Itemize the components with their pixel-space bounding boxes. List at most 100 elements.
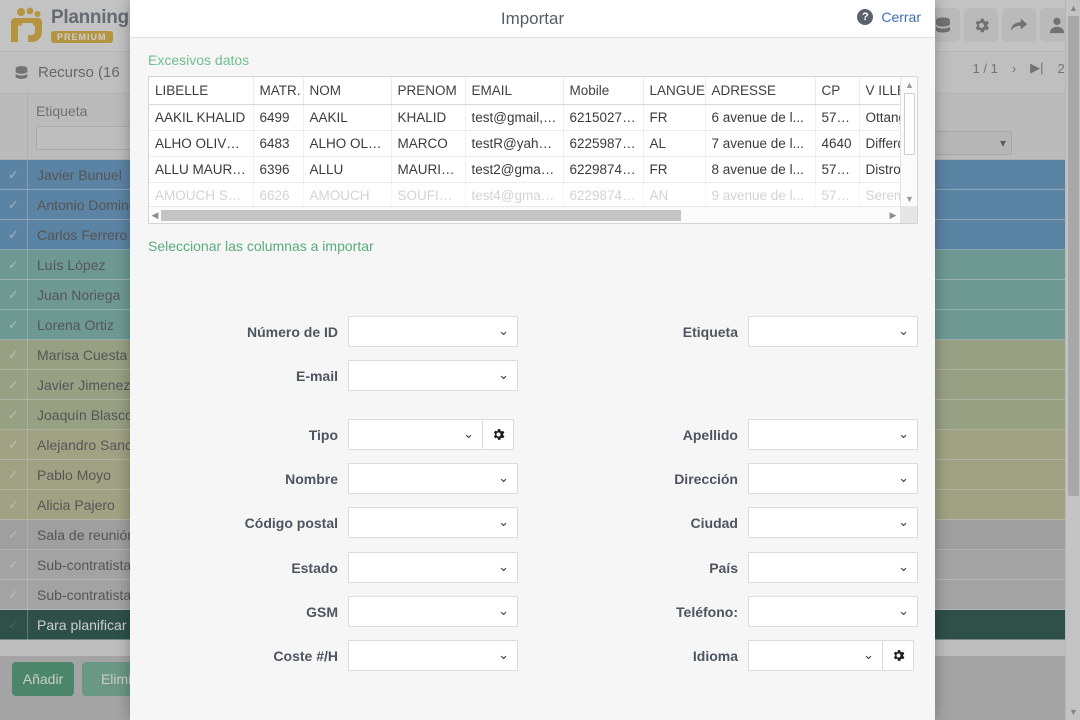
table-row[interactable]: ALLU MAURI...6396ALLUMAURICEtest2@gmail,… xyxy=(149,157,900,183)
preview-data-grid: LIBELLEMATR.NOMPRENOMEMAILMobileLANGUEAD… xyxy=(148,76,918,224)
grid-viewport: LIBELLEMATR.NOMPRENOMEMAILMobileLANGUEAD… xyxy=(149,77,900,223)
form-row-idioma: Idioma ⌄ xyxy=(548,640,914,671)
form-row-codigo-postal: Código postal⌄ xyxy=(148,507,518,538)
form-row-gsm: GSM⌄ xyxy=(148,596,518,627)
chevron-down-icon: ⌄ xyxy=(898,324,909,337)
table-cell: ALHO OLIVEI... xyxy=(303,131,391,157)
table-row[interactable]: AMOUCH SO...6626AMOUCHSOUFIANEtest4@gmai… xyxy=(149,183,900,209)
field-select-idioma[interactable]: ⌄ xyxy=(748,640,883,671)
table-cell: 4640 xyxy=(815,131,859,157)
table-column-header[interactable]: NOM xyxy=(303,77,391,105)
field-select-telefono[interactable]: ⌄ xyxy=(748,596,918,627)
form-row-apellido: Apellido ⌄ xyxy=(548,419,918,450)
field-select-ciudad[interactable]: ⌄ xyxy=(748,507,918,538)
field-select-apellido[interactable]: ⌄ xyxy=(748,419,918,450)
table-cell: AMOUCH xyxy=(303,183,391,209)
field-select-coste-h[interactable]: ⌄ xyxy=(348,640,518,671)
table-cell: Differd xyxy=(859,131,900,157)
table-cell: AAKIL xyxy=(303,105,391,131)
table-cell: 6483 xyxy=(253,131,303,157)
chevron-down-icon: ⌄ xyxy=(863,648,874,661)
chevron-down-icon: ⌄ xyxy=(898,427,909,440)
table-column-header[interactable]: Mobile xyxy=(563,77,643,105)
table-column-header[interactable]: ADRESSE xyxy=(705,77,815,105)
form-row-pais: País ⌄ xyxy=(548,552,918,583)
table-cell: MAURICE xyxy=(391,157,465,183)
chevron-down-icon: ⌄ xyxy=(498,604,509,617)
form-row-numero-de-id: Número de ID ⌄ xyxy=(148,316,518,347)
form-row-estado: Estado ⌄ xyxy=(148,552,518,583)
grid-scroll-right-icon[interactable]: ▶ xyxy=(887,207,899,224)
table-cell: Ottang xyxy=(859,105,900,131)
field-label-pais: País xyxy=(548,560,738,576)
field-label-apellido: Apellido xyxy=(548,427,738,443)
form-row-coste-h: Coste #/H⌄ xyxy=(148,640,518,671)
chevron-down-icon: ⌄ xyxy=(498,368,509,381)
table-cell: test4@gmail,... xyxy=(465,183,563,209)
grid-scroll-up-icon[interactable]: ▲ xyxy=(901,77,918,92)
table-cell: AN xyxy=(643,183,705,209)
chevron-down-icon: ⌄ xyxy=(498,515,509,528)
gear-icon-idioma[interactable] xyxy=(883,640,914,671)
table-cell: 57925 xyxy=(815,157,859,183)
form-row-tipo: Tipo ⌄ xyxy=(148,419,514,450)
field-label-idioma: Idioma xyxy=(548,648,738,664)
field-label-tipo: Tipo xyxy=(148,427,338,443)
import-modal: Importar ? Cerrar Excesivos datos LIBELL… xyxy=(130,0,935,720)
gear-icon-tipo[interactable] xyxy=(483,419,514,450)
table-column-header[interactable]: LIBELLE xyxy=(149,77,253,105)
table-row[interactable]: AAKIL KHALID6499AAKILKHALIDtest@gmail,c.… xyxy=(149,105,900,131)
chevron-down-icon: ⌄ xyxy=(498,324,509,337)
close-button[interactable]: ? Cerrar xyxy=(857,9,921,25)
table-cell: FR xyxy=(643,157,705,183)
table-cell: 622987424 xyxy=(563,157,643,183)
field-label-estado: Estado xyxy=(148,560,338,576)
modal-body: Excesivos datos LIBELLEMATR.NOMPRENOMEMA… xyxy=(130,38,935,720)
table-row[interactable]: ALHO OLIVEI...6483ALHO OLIVEI...MARCOtes… xyxy=(149,131,900,157)
table-cell: 6626 xyxy=(253,183,303,209)
field-select-etiqueta[interactable]: ⌄ xyxy=(748,316,918,347)
table-cell: 6396 xyxy=(253,157,303,183)
field-select-gsm[interactable]: ⌄ xyxy=(348,596,518,627)
grid-hscroll-thumb[interactable] xyxy=(161,210,681,221)
table-cell: 6 avenue de l... xyxy=(705,105,815,131)
table-cell: KHALID xyxy=(391,105,465,131)
grid-scroll-down-icon[interactable]: ▼ xyxy=(901,191,918,206)
table-column-header[interactable]: LANGUE xyxy=(643,77,705,105)
table-column-header[interactable]: EMAIL xyxy=(465,77,563,105)
table-cell: 7 avenue de l... xyxy=(705,131,815,157)
help-circle-icon[interactable]: ? xyxy=(857,9,873,25)
field-select-pais[interactable]: ⌄ xyxy=(748,552,918,583)
grid-scroll-corner xyxy=(900,206,917,223)
grid-vscroll-thumb[interactable] xyxy=(904,93,915,155)
field-select-nombre[interactable]: ⌄ xyxy=(348,463,518,494)
field-select-estado[interactable]: ⌄ xyxy=(348,552,518,583)
field-select-e-mail[interactable]: ⌄ xyxy=(348,360,518,391)
form-row-ciudad: Ciudad⌄ xyxy=(548,507,918,538)
import-preview-table: LIBELLEMATR.NOMPRENOMEMAILMobileLANGUEAD… xyxy=(149,77,900,209)
grid-horizontal-scrollbar[interactable]: ◀ ▶ xyxy=(149,206,917,223)
table-column-header[interactable]: MATR. xyxy=(253,77,303,105)
grid-scroll-left-icon[interactable]: ◀ xyxy=(149,207,161,224)
table-column-header[interactable]: V ILLE xyxy=(859,77,900,105)
grid-vertical-scrollbar[interactable]: ▲ ▼ xyxy=(900,77,917,206)
field-select-direccion[interactable]: ⌄ xyxy=(748,463,918,494)
table-cell: 6499 xyxy=(253,105,303,131)
table-column-header[interactable]: PRENOM xyxy=(391,77,465,105)
form-row-direccion: Dirección ⌄ xyxy=(548,463,918,494)
table-cell: SOUFIANE xyxy=(391,183,465,209)
table-column-header[interactable]: CP xyxy=(815,77,859,105)
field-label-numero-de-id: Número de ID xyxy=(148,324,338,340)
field-select-tipo[interactable]: ⌄ xyxy=(348,419,483,450)
form-row-e-mail: E-mail⌄ xyxy=(148,360,518,391)
field-label-direccion: Dirección xyxy=(548,471,738,487)
table-cell: 8 avenue de l... xyxy=(705,157,815,183)
table-cell: AL xyxy=(643,131,705,157)
field-select-codigo-postal[interactable]: ⌄ xyxy=(348,507,518,538)
field-select-numero-de-id[interactable]: ⌄ xyxy=(348,316,518,347)
table-cell: test@gmail,c... xyxy=(465,105,563,131)
field-label-nombre: Nombre xyxy=(148,471,338,487)
table-cell: 622987421 xyxy=(563,183,643,209)
table-cell: ALHO OLIVEI... xyxy=(149,131,253,157)
chevron-down-icon: ⌄ xyxy=(498,471,509,484)
